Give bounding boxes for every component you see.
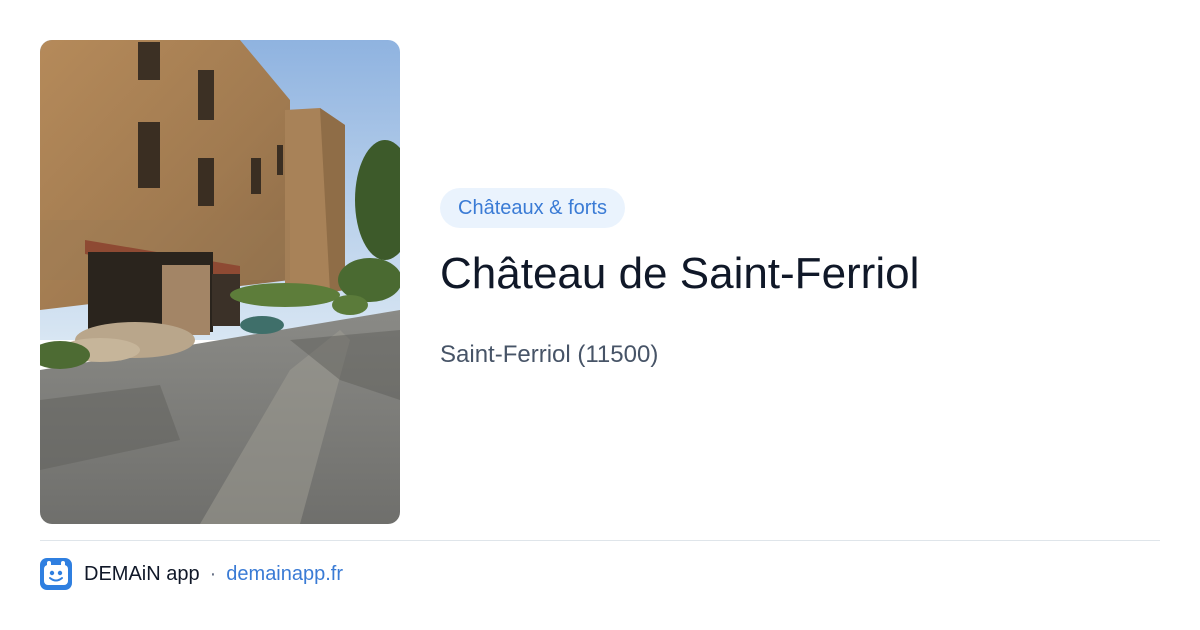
location-text: Saint-Ferriol (11500) (440, 341, 659, 368)
app-name: DEMAiN app (84, 562, 200, 585)
castle-photo (40, 40, 400, 524)
demain-app-logo-icon (40, 558, 72, 590)
category-tag[interactable]: Châteaux & forts (440, 188, 625, 228)
footer-separator: · (209, 562, 217, 585)
footer-divider (40, 540, 1160, 541)
card-content: Châteaux & forts Château de Saint-Ferrio… (440, 188, 1160, 370)
site-link[interactable]: demainapp.fr (226, 563, 343, 586)
footer: DEMAiN app · demainapp.fr (40, 558, 343, 590)
page-title: Château de Saint-Ferriol (440, 249, 920, 298)
